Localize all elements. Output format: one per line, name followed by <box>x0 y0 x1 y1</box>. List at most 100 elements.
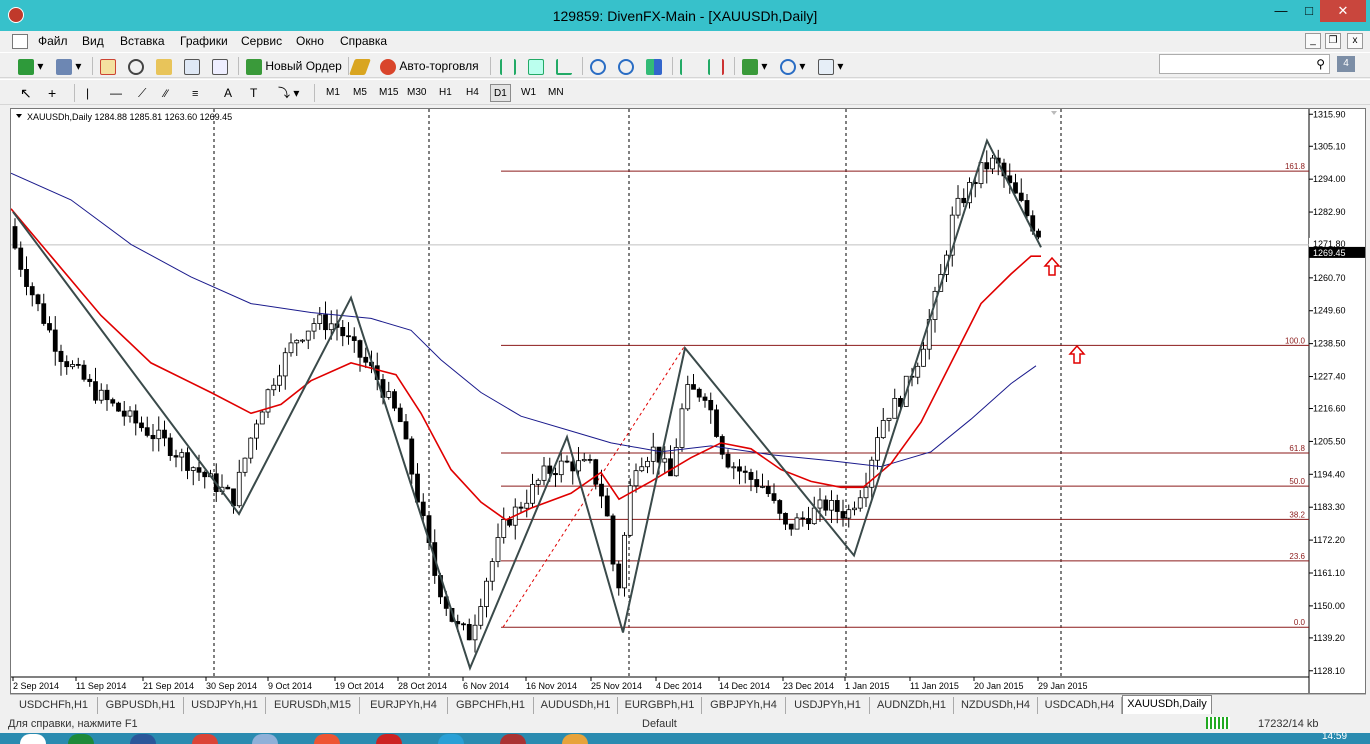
chart-tab[interactable]: USDCHFh,H1 <box>10 697 98 714</box>
candle-body <box>984 162 990 170</box>
close-button[interactable]: ✕ <box>1320 0 1366 22</box>
periods-button[interactable]: ▾ <box>780 56 805 76</box>
clock-icon <box>780 58 796 75</box>
menu-help[interactable]: Справка <box>340 34 387 48</box>
market-watch-button[interactable] <box>100 56 116 76</box>
candle-body <box>305 330 311 341</box>
chart-tab[interactable]: USDJPYh,H1 <box>184 697 266 714</box>
taskbar-app-icon[interactable] <box>130 734 156 744</box>
bar-chart-button[interactable] <box>500 56 516 76</box>
line-chart-button[interactable] <box>556 56 572 76</box>
taskbar-terminal-icon[interactable] <box>500 734 526 744</box>
taskbar-skype-icon[interactable] <box>438 734 464 744</box>
text-icon: A <box>224 86 233 100</box>
minimize-button[interactable]: — <box>1266 0 1296 22</box>
tf-d1[interactable]: D1 <box>490 84 511 102</box>
date-tick-label: 16 Nov 2014 <box>526 681 577 691</box>
date-tick-label: 2 Sep 2014 <box>13 681 59 691</box>
data-window-button[interactable] <box>128 56 144 76</box>
chart-tab[interactable]: GBPUSDh,H1 <box>98 697 184 714</box>
candle-body <box>41 303 47 324</box>
chart-window-icon[interactable] <box>12 34 28 49</box>
chart-tab[interactable]: GBPJPYh,H4 <box>702 697 786 714</box>
candle-body <box>714 409 719 437</box>
new-order-button[interactable]: Новый Ордер <box>246 56 342 76</box>
chart-window[interactable]: 1315.901305.101294.001282.901271.801260.… <box>10 108 1366 694</box>
chart-tab[interactable]: AUDNZDh,H1 <box>870 697 954 714</box>
cursor-tool[interactable]: ↖ <box>20 83 32 103</box>
chart-tab[interactable]: USDCADh,H4 <box>1038 697 1122 714</box>
chart-tab[interactable]: USDJPYh,H1 <box>786 697 870 714</box>
notifications-badge[interactable]: 4 <box>1337 56 1355 72</box>
taskbar-clock: 14:59 <box>1322 731 1348 742</box>
crosshair-tool[interactable]: + <box>48 83 56 103</box>
mdi-minimize-icon[interactable]: _ <box>1305 33 1321 49</box>
tf-m30[interactable]: M30 <box>404 84 429 102</box>
menu-insert[interactable]: Вставка <box>120 34 165 48</box>
tf-h4[interactable]: H4 <box>463 84 482 102</box>
navigator-button[interactable] <box>156 56 172 76</box>
tf-m5[interactable]: M5 <box>350 84 370 102</box>
mdi-close-icon[interactable]: x <box>1347 33 1363 49</box>
new-chart-button[interactable]: ▾ <box>18 56 43 76</box>
tf-m15[interactable]: M15 <box>376 84 401 102</box>
chart-tab[interactable]: EURJPYh,H4 <box>360 697 448 714</box>
taskbar-app-icon[interactable] <box>252 734 278 744</box>
terminal-button[interactable] <box>184 56 200 76</box>
menu-file[interactable]: Файл <box>38 34 68 48</box>
chart-tab[interactable]: EURUSDh,M15 <box>266 697 360 714</box>
price-tick-label: 1172.20 <box>1313 535 1345 545</box>
tf-h1[interactable]: H1 <box>436 84 455 102</box>
chart-tab[interactable]: NZDUSDh,H4 <box>954 697 1038 714</box>
zoom-out-button[interactable] <box>618 56 634 76</box>
tester-button[interactable] <box>212 56 228 76</box>
tile-windows-button[interactable] <box>646 56 662 76</box>
trendline-icon: ⟋ <box>138 86 147 100</box>
tf-m1[interactable]: M1 <box>323 84 343 102</box>
taskbar-app-icon[interactable] <box>314 734 340 744</box>
menu-window[interactable]: Окно <box>296 34 324 48</box>
chart-tab[interactable]: AUDUSDh,H1 <box>534 697 618 714</box>
indicators-button[interactable]: ▾ <box>742 56 767 76</box>
price-tick-label: 1249.60 <box>1313 306 1346 316</box>
candle-body <box>466 623 472 641</box>
search-input[interactable]: ⚲ <box>1159 54 1330 74</box>
text-tool[interactable]: A <box>224 83 232 103</box>
taskbar-app-icon[interactable] <box>68 734 94 744</box>
equidistant-channel-tool[interactable]: ⁄⁄ <box>164 83 168 103</box>
chart-shift-button[interactable] <box>708 56 724 76</box>
candle-body <box>127 410 133 417</box>
channel-icon: ⁄⁄ <box>164 88 168 100</box>
horizontal-line-tool[interactable]: — <box>110 83 122 103</box>
candle-body <box>800 517 806 520</box>
profiles-button[interactable]: ▾ <box>56 56 81 76</box>
auto-scroll-button[interactable] <box>680 56 696 76</box>
candle-body <box>121 410 127 417</box>
arrows-tool[interactable]: ⤵ ▾ <box>278 83 299 103</box>
price-chart[interactable]: 1315.901305.101294.001282.901271.801260.… <box>11 109 1365 693</box>
menu-view[interactable]: Вид <box>82 34 104 48</box>
vertical-line-tool[interactable]: | <box>86 83 89 103</box>
templates-button[interactable]: ▾ <box>818 56 843 76</box>
taskbar-app-icon[interactable] <box>376 734 402 744</box>
search-icon[interactable]: ⚲ <box>1316 57 1325 71</box>
tf-w1[interactable]: W1 <box>518 84 539 102</box>
chart-tab[interactable]: EURGBPh,H1 <box>618 697 702 714</box>
text-label-tool[interactable]: T <box>250 83 257 103</box>
candle-body <box>472 624 478 641</box>
chart-tab[interactable]: XAUUSDh,Daily <box>1122 695 1212 714</box>
autotrading-button[interactable]: Авто-торговля <box>380 56 479 76</box>
trendline-tool[interactable]: ⟋ <box>138 83 146 103</box>
candlestick-button[interactable] <box>528 56 544 76</box>
menu-tools[interactable]: Сервис <box>241 34 282 48</box>
chart-tab[interactable]: GBPCHFh,H1 <box>448 697 534 714</box>
fibonacci-tool[interactable]: ≡ <box>192 83 198 103</box>
taskbar-app-icon[interactable] <box>562 734 588 744</box>
menu-charts[interactable]: Графики <box>180 34 228 48</box>
metaeditor-button[interactable] <box>349 56 371 76</box>
taskbar-browser-icon[interactable] <box>192 734 218 744</box>
tf-mn[interactable]: MN <box>545 84 567 102</box>
mdi-restore-icon[interactable]: ❐ <box>1325 33 1341 49</box>
start-icon[interactable] <box>20 734 46 744</box>
zoom-in-button[interactable] <box>590 56 606 76</box>
